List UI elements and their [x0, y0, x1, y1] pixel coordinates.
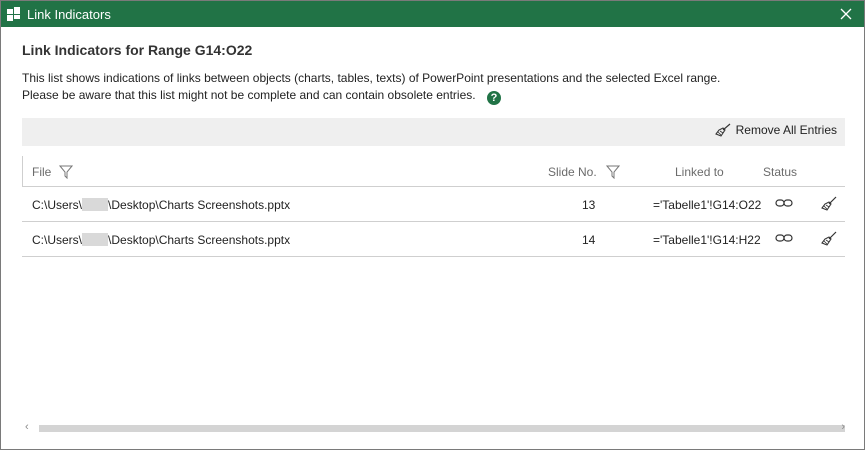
description-line-1: This list shows indications of links bet… [22, 71, 721, 85]
broom-icon [714, 123, 731, 137]
description-line-2: Please be aware that this list might not… [22, 87, 720, 105]
toolbar: Remove All Entries [22, 118, 845, 146]
filter-icon[interactable] [606, 165, 620, 179]
linked-range: ='Tabelle1'!G14:H22 [653, 233, 761, 247]
horizontal-scrollbar[interactable]: ‹ › [22, 421, 845, 435]
file-path-suffix: \Desktop\Charts Screenshots.pptx [108, 198, 291, 212]
title-bar: Link Indicators [1, 1, 864, 27]
column-status-label: Status [763, 165, 798, 179]
column-file-label: File [32, 165, 52, 179]
app-icon [7, 7, 21, 21]
file-path-suffix: \Desktop\Charts Screenshots.pptx [108, 233, 291, 247]
column-linked-label: Linked to [675, 165, 724, 179]
scrollbar-thumb[interactable] [39, 425, 845, 432]
column-status: Status [763, 165, 797, 179]
link-indicators-window: Link Indicators Link Indicators for Rang… [0, 0, 865, 450]
help-icon[interactable]: ? [486, 91, 501, 105]
description-line-2-text: Please be aware that this list might not… [22, 88, 476, 102]
remove-all-entries-button[interactable]: Remove All Entries [714, 123, 837, 137]
window-title: Link Indicators [27, 7, 111, 22]
file-path-prefix: C:\Users\ [32, 233, 83, 247]
link-table: File Slide No. Linked to Status C:\Users… [22, 156, 845, 257]
file-path-prefix: C:\Users\ [32, 198, 83, 212]
link-status-icon[interactable] [775, 196, 793, 210]
link-status-icon[interactable] [775, 231, 793, 245]
filter-icon[interactable] [59, 165, 73, 179]
column-file: File [32, 165, 51, 179]
linked-range: ='Tabelle1'!G14:O22 [653, 198, 762, 212]
slide-number: 13 [582, 198, 596, 212]
broom-icon[interactable] [821, 231, 837, 247]
table-row[interactable]: C:\Users\ \Desktop\Charts Screenshots.ppt… [22, 187, 845, 222]
file-path: C:\Users\ \Desktop\Charts Screenshots.ppt… [32, 198, 290, 212]
slide-number: 14 [582, 233, 596, 247]
page-title: Link Indicators for Range G14:O22 [22, 42, 253, 58]
scroll-left-icon[interactable]: ‹ [25, 421, 29, 433]
redacted-username [82, 233, 109, 246]
column-slide-no: Slide No. [548, 165, 597, 179]
close-icon [840, 8, 852, 20]
table-header: File Slide No. Linked to Status [22, 156, 845, 187]
table-row[interactable]: C:\Users\ \Desktop\Charts Screenshots.ppt… [22, 222, 845, 257]
scroll-right-icon[interactable]: › [841, 421, 845, 433]
file-path: C:\Users\ \Desktop\Charts Screenshots.ppt… [32, 233, 290, 247]
broom-icon[interactable] [821, 196, 837, 212]
column-linked-to: Linked to [675, 165, 724, 179]
remove-all-label: Remove All Entries [735, 123, 837, 137]
redacted-username [82, 198, 109, 211]
column-slide-label: Slide No. [548, 165, 597, 179]
description: This list shows indications of links bet… [22, 70, 720, 105]
close-button[interactable] [836, 4, 856, 24]
